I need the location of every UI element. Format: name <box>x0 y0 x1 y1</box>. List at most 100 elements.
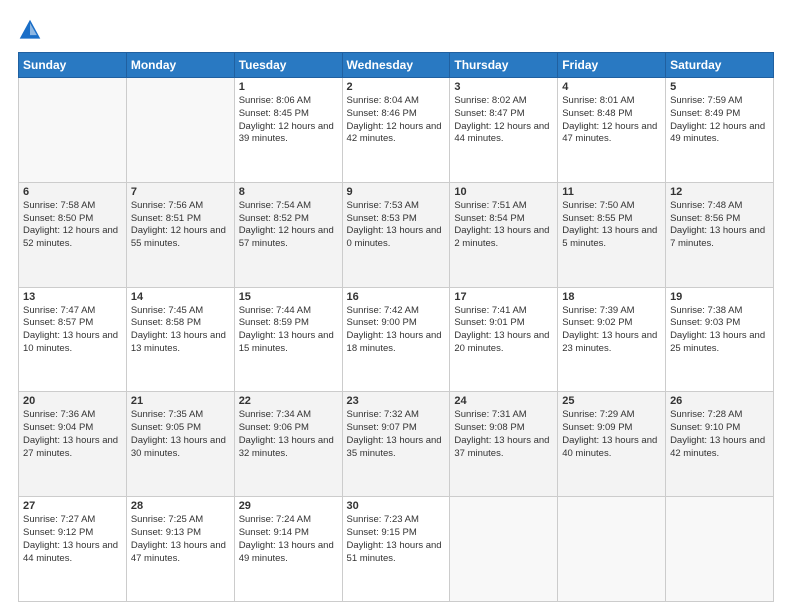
day-number: 9 <box>347 186 446 198</box>
day-info: Sunrise: 7:34 AM Sunset: 9:06 PM Dayligh… <box>239 409 338 460</box>
day-number: 23 <box>347 395 446 407</box>
day-header-tuesday: Tuesday <box>234 53 342 78</box>
week-row-4: 20 Sunrise: 7:36 AM Sunset: 9:04 PM Dayli… <box>19 392 774 497</box>
day-cell <box>19 78 127 183</box>
day-info: Sunrise: 7:42 AM Sunset: 9:00 PM Dayligh… <box>347 305 446 356</box>
day-number: 25 <box>562 395 661 407</box>
day-cell: 20 Sunrise: 7:36 AM Sunset: 9:04 PM Dayli… <box>19 392 127 497</box>
day-cell: 22 Sunrise: 7:34 AM Sunset: 9:06 PM Dayli… <box>234 392 342 497</box>
day-number: 21 <box>131 395 230 407</box>
day-header-friday: Friday <box>558 53 666 78</box>
day-cell: 12 Sunrise: 7:48 AM Sunset: 8:56 PM Dayli… <box>666 182 774 287</box>
day-info: Sunrise: 7:48 AM Sunset: 8:56 PM Dayligh… <box>670 200 769 251</box>
day-cell: 29 Sunrise: 7:24 AM Sunset: 9:14 PM Dayli… <box>234 497 342 602</box>
day-cell: 17 Sunrise: 7:41 AM Sunset: 9:01 PM Dayli… <box>450 287 558 392</box>
day-number: 8 <box>239 186 338 198</box>
day-number: 19 <box>670 291 769 303</box>
day-number: 20 <box>23 395 122 407</box>
day-info: Sunrise: 8:02 AM Sunset: 8:47 PM Dayligh… <box>454 95 553 146</box>
day-header-thursday: Thursday <box>450 53 558 78</box>
day-cell: 24 Sunrise: 7:31 AM Sunset: 9:08 PM Dayli… <box>450 392 558 497</box>
day-info: Sunrise: 7:56 AM Sunset: 8:51 PM Dayligh… <box>131 200 230 251</box>
day-info: Sunrise: 7:47 AM Sunset: 8:57 PM Dayligh… <box>23 305 122 356</box>
day-number: 29 <box>239 500 338 512</box>
header <box>18 18 774 42</box>
calendar-table: SundayMondayTuesdayWednesdayThursdayFrid… <box>18 52 774 602</box>
day-cell: 28 Sunrise: 7:25 AM Sunset: 9:13 PM Dayli… <box>126 497 234 602</box>
day-info: Sunrise: 7:44 AM Sunset: 8:59 PM Dayligh… <box>239 305 338 356</box>
day-number: 18 <box>562 291 661 303</box>
day-cell <box>126 78 234 183</box>
day-cell <box>666 497 774 602</box>
day-number: 12 <box>670 186 769 198</box>
day-info: Sunrise: 7:24 AM Sunset: 9:14 PM Dayligh… <box>239 514 338 565</box>
day-number: 2 <box>347 81 446 93</box>
day-header-saturday: Saturday <box>666 53 774 78</box>
day-info: Sunrise: 7:41 AM Sunset: 9:01 PM Dayligh… <box>454 305 553 356</box>
day-info: Sunrise: 7:59 AM Sunset: 8:49 PM Dayligh… <box>670 95 769 146</box>
day-number: 16 <box>347 291 446 303</box>
day-info: Sunrise: 7:27 AM Sunset: 9:12 PM Dayligh… <box>23 514 122 565</box>
day-info: Sunrise: 7:23 AM Sunset: 9:15 PM Dayligh… <box>347 514 446 565</box>
day-info: Sunrise: 7:50 AM Sunset: 8:55 PM Dayligh… <box>562 200 661 251</box>
logo-icon <box>18 18 42 42</box>
day-number: 30 <box>347 500 446 512</box>
day-number: 14 <box>131 291 230 303</box>
day-info: Sunrise: 8:01 AM Sunset: 8:48 PM Dayligh… <box>562 95 661 146</box>
day-cell: 10 Sunrise: 7:51 AM Sunset: 8:54 PM Dayli… <box>450 182 558 287</box>
day-info: Sunrise: 7:28 AM Sunset: 9:10 PM Dayligh… <box>670 409 769 460</box>
day-cell: 13 Sunrise: 7:47 AM Sunset: 8:57 PM Dayli… <box>19 287 127 392</box>
logo <box>18 18 46 42</box>
day-number: 13 <box>23 291 122 303</box>
day-info: Sunrise: 7:51 AM Sunset: 8:54 PM Dayligh… <box>454 200 553 251</box>
day-info: Sunrise: 7:38 AM Sunset: 9:03 PM Dayligh… <box>670 305 769 356</box>
day-cell: 25 Sunrise: 7:29 AM Sunset: 9:09 PM Dayli… <box>558 392 666 497</box>
day-cell: 6 Sunrise: 7:58 AM Sunset: 8:50 PM Daylig… <box>19 182 127 287</box>
day-info: Sunrise: 7:32 AM Sunset: 9:07 PM Dayligh… <box>347 409 446 460</box>
day-header-sunday: Sunday <box>19 53 127 78</box>
day-info: Sunrise: 7:58 AM Sunset: 8:50 PM Dayligh… <box>23 200 122 251</box>
day-cell: 1Sunrise: 8:06 AM Sunset: 8:45 PM Daylig… <box>234 78 342 183</box>
day-cell: 14 Sunrise: 7:45 AM Sunset: 8:58 PM Dayli… <box>126 287 234 392</box>
week-row-3: 13 Sunrise: 7:47 AM Sunset: 8:57 PM Dayli… <box>19 287 774 392</box>
day-cell: 4Sunrise: 8:01 AM Sunset: 8:48 PM Daylig… <box>558 78 666 183</box>
day-info: Sunrise: 7:53 AM Sunset: 8:53 PM Dayligh… <box>347 200 446 251</box>
day-number: 5 <box>670 81 769 93</box>
day-cell <box>558 497 666 602</box>
day-info: Sunrise: 7:36 AM Sunset: 9:04 PM Dayligh… <box>23 409 122 460</box>
day-cell <box>450 497 558 602</box>
day-info: Sunrise: 7:25 AM Sunset: 9:13 PM Dayligh… <box>131 514 230 565</box>
day-info: Sunrise: 7:45 AM Sunset: 8:58 PM Dayligh… <box>131 305 230 356</box>
day-number: 24 <box>454 395 553 407</box>
day-number: 10 <box>454 186 553 198</box>
day-cell: 23 Sunrise: 7:32 AM Sunset: 9:07 PM Dayli… <box>342 392 450 497</box>
day-cell: 15 Sunrise: 7:44 AM Sunset: 8:59 PM Dayli… <box>234 287 342 392</box>
day-number: 22 <box>239 395 338 407</box>
day-number: 26 <box>670 395 769 407</box>
day-number: 28 <box>131 500 230 512</box>
day-cell: 7 Sunrise: 7:56 AM Sunset: 8:51 PM Daylig… <box>126 182 234 287</box>
day-info: Sunrise: 7:29 AM Sunset: 9:09 PM Dayligh… <box>562 409 661 460</box>
header-row: SundayMondayTuesdayWednesdayThursdayFrid… <box>19 53 774 78</box>
day-number: 6 <box>23 186 122 198</box>
day-header-wednesday: Wednesday <box>342 53 450 78</box>
day-cell: 30 Sunrise: 7:23 AM Sunset: 9:15 PM Dayli… <box>342 497 450 602</box>
day-number: 3 <box>454 81 553 93</box>
day-cell: 5 Sunrise: 7:59 AM Sunset: 8:49 PM Daylig… <box>666 78 774 183</box>
day-number: 7 <box>131 186 230 198</box>
day-number: 27 <box>23 500 122 512</box>
day-info: Sunrise: 7:54 AM Sunset: 8:52 PM Dayligh… <box>239 200 338 251</box>
day-cell: 3 Sunrise: 8:02 AM Sunset: 8:47 PM Daylig… <box>450 78 558 183</box>
day-number: 17 <box>454 291 553 303</box>
day-number: 11 <box>562 186 661 198</box>
day-cell: 2Sunrise: 8:04 AM Sunset: 8:46 PM Daylig… <box>342 78 450 183</box>
day-header-monday: Monday <box>126 53 234 78</box>
day-cell: 9 Sunrise: 7:53 AM Sunset: 8:53 PM Daylig… <box>342 182 450 287</box>
day-cell: 19 Sunrise: 7:38 AM Sunset: 9:03 PM Dayli… <box>666 287 774 392</box>
day-info: Sunrise: 7:31 AM Sunset: 9:08 PM Dayligh… <box>454 409 553 460</box>
day-number: 15 <box>239 291 338 303</box>
day-number: 1 <box>239 81 338 93</box>
day-info: Sunrise: 7:39 AM Sunset: 9:02 PM Dayligh… <box>562 305 661 356</box>
week-row-2: 6 Sunrise: 7:58 AM Sunset: 8:50 PM Daylig… <box>19 182 774 287</box>
day-cell: 18 Sunrise: 7:39 AM Sunset: 9:02 PM Dayli… <box>558 287 666 392</box>
